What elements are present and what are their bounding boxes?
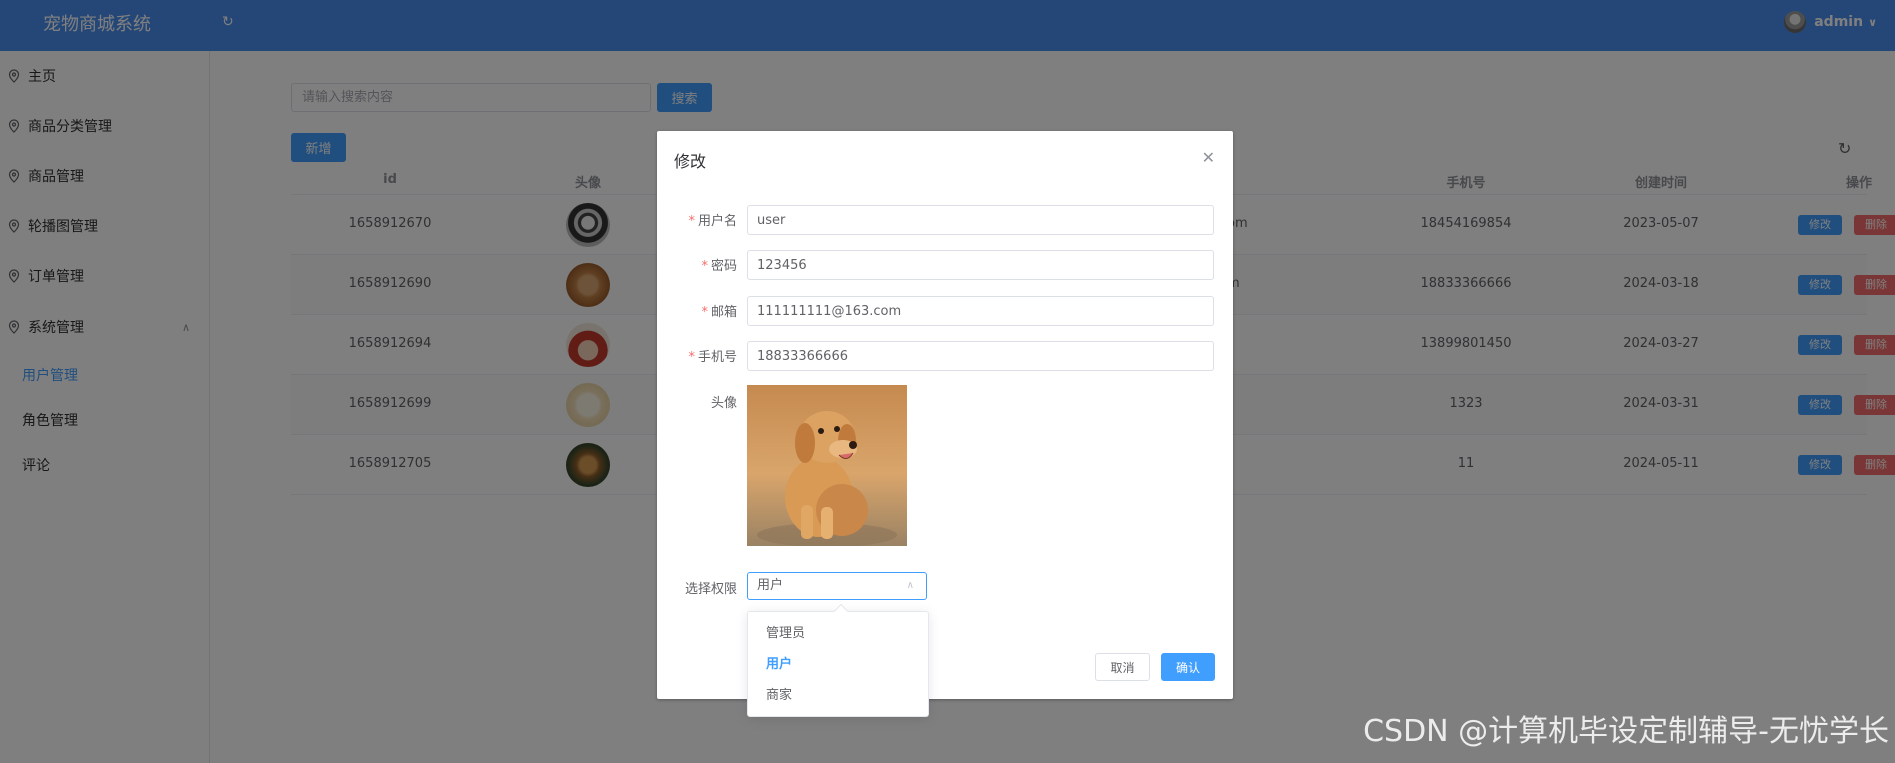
role-option-admin[interactable]: 管理员 [748,618,928,649]
password-field[interactable] [747,250,1214,280]
close-icon[interactable]: ✕ [1202,148,1215,167]
username-label-text: 用户名 [697,214,737,229]
username-field[interactable] [747,205,1214,235]
edit-user-dialog: 修改 ✕ *用户名 *密码 *邮箱 *手机号 头像 [657,131,1233,699]
required-mark: * [701,259,708,274]
phone-label-text: 手机号 [697,350,737,365]
dog-image [747,385,907,546]
avatar-upload-image[interactable] [747,385,907,546]
required-mark: * [688,350,695,365]
dialog-title: 修改 [674,152,707,171]
username-label: * 用户名 [657,210,737,229]
role-option-merchant[interactable]: 商家 [748,680,928,711]
cancel-button[interactable]: 取消 [1095,653,1150,681]
role-label: 选择权限 [684,582,737,597]
email-field[interactable] [747,296,1214,326]
password-label-text: 密码 [710,259,737,274]
phone-label: * 手机号 [657,346,737,365]
email-label-text: 邮箱 [710,305,737,320]
avatar-label: 头像 [710,396,737,411]
password-label: * 密码 [657,255,737,274]
role-select[interactable]: 用户 ∧ [747,572,927,600]
role-option-user[interactable]: 用户 [748,649,928,680]
confirm-button[interactable]: 确认 [1161,653,1215,681]
email-label: * 邮箱 [657,301,737,320]
required-mark: * [688,214,695,229]
chevron-up-icon: ∧ [906,580,914,591]
required-mark: * [701,305,708,320]
phone-field[interactable] [747,341,1214,371]
role-dropdown: 管理员 用户 商家 [747,603,929,717]
watermark: CSDN @计算机毕设定制辅导-无忧学长 [1363,714,1889,749]
role-select-value: 用户 [757,578,784,593]
